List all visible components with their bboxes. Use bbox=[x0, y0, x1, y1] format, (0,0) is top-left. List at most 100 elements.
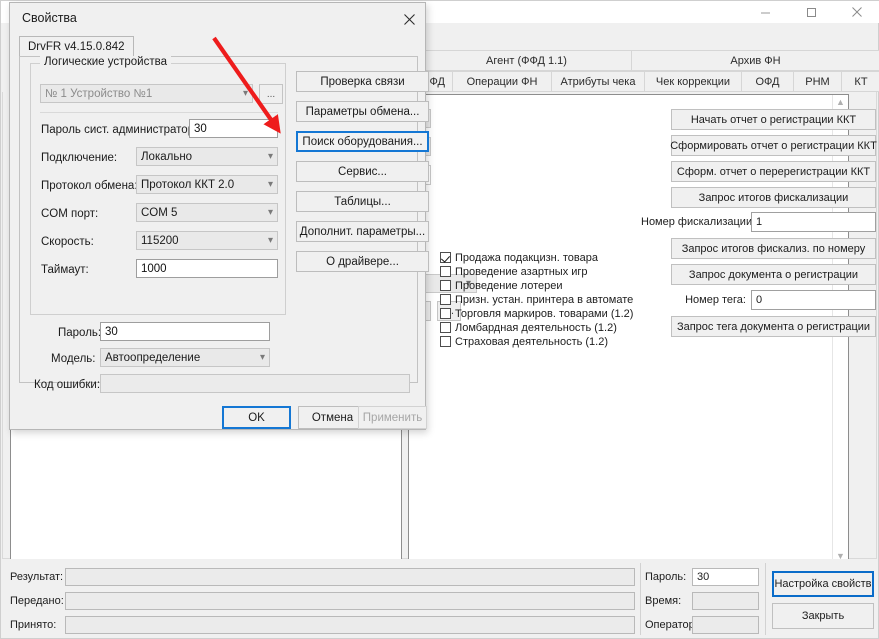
close-icon[interactable] bbox=[834, 1, 879, 23]
button-label: OK bbox=[248, 412, 265, 424]
button-exchange-parameters[interactable]: Параметры обмена... bbox=[296, 101, 429, 122]
dialog-title: Свойства bbox=[22, 11, 77, 25]
tab-label: ОФД bbox=[755, 76, 779, 88]
list-item[interactable]: Призн. устан. принтера в автомате bbox=[440, 293, 633, 306]
field-time bbox=[692, 592, 759, 610]
button-check-connection[interactable]: Проверка связи bbox=[296, 71, 429, 92]
status-divider bbox=[640, 563, 641, 635]
button-request-registration-document[interactable]: Запрос документа о регистрации bbox=[671, 264, 876, 285]
combo-speed[interactable]: 115200 ▾ bbox=[136, 231, 278, 250]
attributes-checkbox-group: Продажа подакцизн. товара Проведение аза… bbox=[440, 251, 633, 349]
button-label: Запрос итогов фискализ. по номеру bbox=[682, 243, 866, 255]
list-item[interactable]: Страховая деятельность (1.2) bbox=[440, 335, 633, 348]
list-item[interactable]: Ломбардная деятельность (1.2) bbox=[440, 321, 633, 334]
dialog-close-icon[interactable] bbox=[398, 9, 420, 29]
button-about-driver[interactable]: О драйвере... bbox=[296, 251, 429, 272]
button-label: Параметры обмена... bbox=[306, 106, 420, 118]
button-request-fiscalization-totals[interactable]: Запрос итогов фискализации bbox=[671, 187, 876, 208]
input-fiscalization-number[interactable]: 1 bbox=[751, 212, 876, 232]
tab-label: КТ bbox=[854, 76, 867, 88]
tab-drvfr[interactable]: DrvFR v4.15.0.842 bbox=[19, 36, 134, 57]
tab-label: Архив ФН bbox=[730, 55, 780, 67]
button-additional-parameters[interactable]: Дополнит. параметры... bbox=[296, 221, 429, 242]
chevron-down-icon: ▾ bbox=[268, 151, 273, 162]
chevron-down-icon: ▾ bbox=[268, 235, 273, 246]
button-label: Поиск оборудования... bbox=[302, 136, 422, 148]
tab-label: DrvFR v4.15.0.842 bbox=[28, 41, 125, 53]
input-admin-password[interactable]: 30 bbox=[189, 119, 278, 138]
dialog-tabstrip: DrvFR v4.15.0.842 bbox=[19, 36, 416, 57]
button-label: Проверка связи bbox=[320, 76, 404, 88]
tab-ofd-right[interactable]: ОФД bbox=[742, 71, 794, 92]
groupbox-divider bbox=[40, 112, 278, 113]
minimize-icon[interactable] bbox=[742, 1, 788, 23]
label-model: Модель: bbox=[51, 353, 95, 365]
close-button[interactable]: Закрыть bbox=[772, 603, 874, 629]
combo-exchange-protocol[interactable]: Протокол ККТ 2.0 ▾ bbox=[136, 175, 278, 194]
button-start-registration-report[interactable]: Начать отчет о регистрации ККТ bbox=[671, 109, 876, 130]
tab-label: Операции ФН bbox=[467, 76, 538, 88]
button-request-document-tag[interactable]: Запрос тега документа о регистрации bbox=[671, 316, 876, 337]
button-service[interactable]: Сервис... bbox=[296, 161, 429, 182]
combo-model[interactable]: Автоопределение ▾ bbox=[100, 348, 270, 367]
input-timeout[interactable]: 1000 bbox=[136, 259, 278, 278]
tab-correction-receipt[interactable]: Чек коррекции bbox=[645, 71, 742, 92]
button-create-registration-report[interactable]: Сформировать отчет о регистрации ККТ bbox=[671, 135, 876, 156]
label-fiscalization-number: Номер фискализации: bbox=[641, 216, 746, 228]
logical-device-combo[interactable]: № 1 Устройство №1 ▾ bbox=[40, 84, 253, 103]
checkbox-lottery[interactable] bbox=[440, 280, 451, 291]
label-speed: Скорость: bbox=[41, 236, 94, 248]
cancel-button[interactable]: Отмена bbox=[298, 406, 367, 429]
button-request-totals-by-number[interactable]: Запрос итогов фискализ. по номеру bbox=[671, 238, 876, 259]
screen-root: Тест драйвера ККТ 4.15.0.842 Агент (ФФД … bbox=[0, 0, 879, 639]
checkbox-marked-goods[interactable] bbox=[440, 308, 451, 319]
combo-value: 115200 bbox=[141, 235, 179, 247]
scroll-up-icon[interactable]: ▲ bbox=[833, 95, 848, 110]
status-bar-area: Результат: Передано: Принято: Пароль: 30… bbox=[2, 559, 877, 637]
tab-kt[interactable]: КТ bbox=[842, 71, 879, 92]
status-divider-2 bbox=[765, 563, 766, 635]
tab-archive-fn[interactable]: Архив ФН bbox=[632, 50, 879, 71]
ok-button[interactable]: OK bbox=[222, 406, 291, 429]
label-exchange-protocol: Протокол обмена: bbox=[41, 180, 138, 192]
input-password[interactable]: 30 bbox=[692, 568, 759, 586]
tab-label: Атрибуты чека bbox=[561, 76, 636, 88]
button-label: Сформ. отчет о перерегистрации ККТ bbox=[677, 166, 870, 178]
combo-connection[interactable]: Локально ▾ bbox=[136, 147, 278, 166]
button-search-equipment[interactable]: Поиск оборудования... bbox=[296, 131, 429, 152]
checkbox-label: Продажа подакцизн. товара bbox=[455, 252, 598, 264]
combo-com-port[interactable]: COM 5 ▾ bbox=[136, 203, 278, 222]
label-sent: Передано: bbox=[10, 595, 64, 607]
button-create-reregistration-report[interactable]: Сформ. отчет о перерегистрации ККТ bbox=[671, 161, 876, 182]
label-com-port: COM порт: bbox=[41, 208, 98, 220]
button-label: Запрос тега документа о регистрации bbox=[677, 321, 870, 333]
combo-value: Локально bbox=[141, 151, 192, 163]
label-admin-password: Пароль сист. администратора: bbox=[41, 124, 204, 136]
button-label: ... bbox=[267, 89, 275, 100]
input-tag-number[interactable]: 0 bbox=[751, 290, 876, 310]
checkbox-label: Проведение азартных игр bbox=[455, 266, 588, 278]
checkbox-printer-in-automat[interactable] bbox=[440, 294, 451, 305]
checkbox-label: Страховая деятельность (1.2) bbox=[455, 336, 608, 348]
label-password: Пароль: bbox=[58, 327, 101, 339]
list-item[interactable]: Продажа подакцизн. товара bbox=[440, 251, 633, 264]
checkbox-excise-goods[interactable] bbox=[440, 252, 451, 263]
checkbox-insurance[interactable] bbox=[440, 336, 451, 347]
checkbox-label: Призн. устан. принтера в автомате bbox=[455, 294, 633, 306]
tab-rnm[interactable]: РНМ bbox=[794, 71, 842, 92]
maximize-icon[interactable] bbox=[788, 1, 834, 23]
logical-device-browse-button[interactable]: ... bbox=[259, 84, 283, 104]
combo-value: Протокол ККТ 2.0 bbox=[141, 179, 234, 191]
tab-agent-ffd[interactable]: Агент (ФФД 1.1) bbox=[421, 50, 632, 71]
list-item[interactable]: Торговля маркиров. товарами (1.2) bbox=[440, 307, 633, 320]
input-password[interactable]: 30 bbox=[100, 322, 270, 341]
button-tables[interactable]: Таблицы... bbox=[296, 191, 429, 212]
list-item[interactable]: Проведение лотереи bbox=[440, 279, 633, 292]
tab-operations-fn[interactable]: Операции ФН bbox=[453, 71, 552, 92]
checkbox-pawnshop[interactable] bbox=[440, 322, 451, 333]
settings-properties-button[interactable]: Настройка свойств bbox=[772, 571, 874, 597]
list-item[interactable]: Проведение азартных игр bbox=[440, 265, 633, 278]
tab-receipt-attributes[interactable]: Атрибуты чека bbox=[552, 71, 645, 92]
checkbox-gambling[interactable] bbox=[440, 266, 451, 277]
label-connection: Подключение: bbox=[41, 152, 117, 164]
